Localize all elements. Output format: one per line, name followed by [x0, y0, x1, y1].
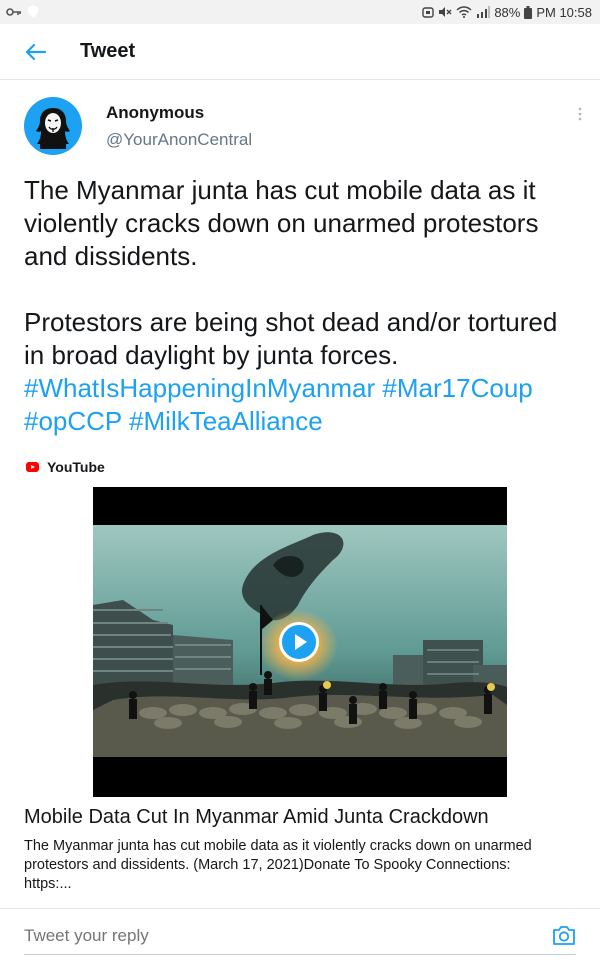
card-description: The Myanmar junta has cut mobile data as…: [24, 837, 584, 894]
hashtag-line: #opCCP #MilkTeaAlliance: [24, 405, 584, 438]
back-button[interactable]: [20, 38, 52, 66]
video-thumbnail[interactable]: [93, 487, 507, 797]
tweet-line: in broad daylight by junta forces.: [24, 340, 399, 370]
tweet-line: The Myanmar junta has cut mobile data as…: [24, 175, 536, 205]
reply-divider: [0, 908, 600, 909]
hashtag-link[interactable]: #Mar17Coup: [382, 373, 532, 403]
hashtag-link[interactable]: #WhatIsHappeningInMyanmar: [24, 373, 375, 403]
camera-button[interactable]: [552, 924, 576, 946]
more-vertical-icon: [578, 107, 582, 121]
reply-input[interactable]: [24, 926, 504, 946]
tweet-line: violently cracks down on unarmed protest…: [24, 208, 539, 238]
youtube-icon: [26, 462, 39, 472]
key-icon: [6, 4, 22, 22]
card-title[interactable]: Mobile Data Cut In Myanmar Amid Junta Cr…: [24, 806, 489, 829]
clock: PM 10:58: [536, 4, 592, 20]
camera-icon: [553, 926, 575, 945]
wifi-icon: [456, 6, 472, 18]
author-name[interactable]: Anonymous: [106, 103, 204, 123]
play-icon: [295, 634, 307, 650]
tweet-line: Protestors are being shot dead and/or to…: [24, 307, 558, 337]
hashtag-link[interactable]: #opCCP: [24, 406, 122, 436]
signal-icon: [476, 6, 491, 18]
card-description-line: https:...: [24, 876, 72, 892]
anonymous-mask-icon: [36, 108, 70, 149]
more-options-button[interactable]: [572, 104, 588, 124]
play-button[interactable]: [279, 622, 319, 662]
tweet-line: and dissidents.: [24, 241, 198, 271]
page-title: Tweet: [80, 40, 136, 62]
alarm-icon: [422, 6, 435, 18]
card-description-line: The Myanmar junta has cut mobile data as…: [24, 838, 532, 854]
avatar[interactable]: [24, 97, 82, 155]
shield-icon: [28, 4, 38, 22]
tweet-text: The Myanmar junta has cut mobile data as…: [24, 174, 584, 438]
card-source[interactable]: YouTube: [26, 459, 105, 475]
card-description-line: protestors and dissidents. (March 17, 20…: [24, 857, 511, 873]
hashtag-line: #WhatIsHappeningInMyanmar #Mar17Coup: [24, 372, 584, 405]
hashtag-link[interactable]: #MilkTeaAlliance: [129, 406, 323, 436]
status-bar: 88% PM 10:58: [0, 0, 600, 24]
battery-percent: 88%: [494, 4, 521, 20]
author-handle[interactable]: @YourAnonCentral: [106, 130, 252, 150]
back-arrow-icon: [25, 43, 47, 61]
mute-icon: [438, 6, 452, 18]
app-header: Tweet: [0, 24, 600, 80]
battery-icon: [524, 5, 533, 19]
reply-underline: [24, 954, 576, 955]
youtube-label: YouTube: [47, 459, 105, 475]
